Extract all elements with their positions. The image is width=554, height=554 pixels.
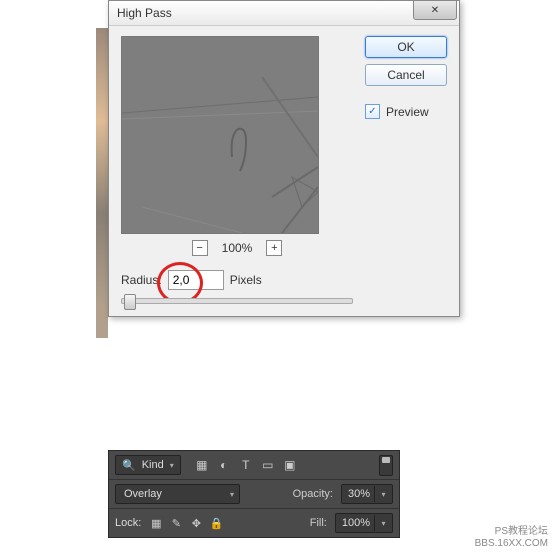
chevron-down-icon: ▾ xyxy=(374,486,389,502)
radius-slider[interactable] xyxy=(121,298,353,304)
toggle-knob xyxy=(382,457,390,463)
high-pass-dialog: High Pass ✕ − 100% xyxy=(108,0,460,317)
watermark-line1: PS教程论坛 xyxy=(475,526,548,538)
blend-mode-dropdown[interactable]: Overlay ▾ xyxy=(115,484,240,504)
search-icon: 🔍 xyxy=(122,459,136,472)
lock-transparent-icon[interactable]: ▦ xyxy=(149,516,163,530)
dialog-body: − 100% + Radius: Pixels OK Cancel ✓ Prev… xyxy=(109,26,459,316)
lock-fill-row: Lock: ▦ ✎ ✥ 🔒 Fill: 100% ▾ xyxy=(109,509,399,537)
blend-opacity-row: Overlay ▾ Opacity: 30% ▾ xyxy=(109,480,399,509)
filter-adjust-icon[interactable]: ◐ xyxy=(217,458,231,472)
zoom-in-button[interactable]: + xyxy=(266,240,282,256)
minus-icon: − xyxy=(196,243,202,254)
opacity-input[interactable]: 30% ▾ xyxy=(341,484,393,504)
lock-move-icon[interactable]: ✥ xyxy=(189,516,203,530)
page-edge-decoration xyxy=(96,28,108,338)
slider-thumb[interactable] xyxy=(124,294,136,310)
fill-value: 100% xyxy=(342,517,370,529)
zoom-out-button[interactable]: − xyxy=(192,240,208,256)
fill-label: Fill: xyxy=(310,517,327,529)
ok-label: OK xyxy=(397,40,414,54)
radius-unit: Pixels xyxy=(230,273,262,287)
radius-label: Radius: xyxy=(121,273,162,287)
zoom-controls: − 100% + xyxy=(121,240,353,256)
layer-filter-row: 🔍 Kind ▾ ▦ ◐ T ▭ ▣ xyxy=(109,451,399,480)
ok-button[interactable]: OK xyxy=(365,36,447,58)
close-button[interactable]: ✕ xyxy=(413,0,457,20)
chevron-down-icon: ▾ xyxy=(230,490,234,499)
watermark-line2: BBS.16XX.COM xyxy=(475,538,548,550)
watermark: PS教程论坛 BBS.16XX.COM xyxy=(475,526,548,550)
lock-label: Lock: xyxy=(115,517,141,529)
preview-label: Preview xyxy=(386,105,429,119)
preview-column: − 100% + Radius: Pixels xyxy=(121,36,353,304)
lock-all-icon[interactable]: 🔒 xyxy=(209,516,223,530)
filter-shape-icon[interactable]: ▭ xyxy=(261,458,275,472)
dialog-buttons-column: OK Cancel ✓ Preview xyxy=(365,36,447,304)
cancel-button[interactable]: Cancel xyxy=(365,64,447,86)
filter-toggle[interactable] xyxy=(379,455,393,476)
radius-row: Radius: Pixels xyxy=(121,270,353,290)
blend-mode-value: Overlay xyxy=(124,488,162,500)
opacity-value: 30% xyxy=(348,488,370,500)
cancel-label: Cancel xyxy=(387,68,424,82)
filter-image-icon[interactable]: ▦ xyxy=(195,458,209,472)
opacity-label: Opacity: xyxy=(293,488,333,500)
chevron-down-icon: ▾ xyxy=(170,461,174,470)
layers-panel: 🔍 Kind ▾ ▦ ◐ T ▭ ▣ Overlay ▾ Opacity: 30… xyxy=(108,450,400,538)
zoom-value: 100% xyxy=(222,241,253,255)
filter-kind-dropdown[interactable]: 🔍 Kind ▾ xyxy=(115,455,181,475)
lock-brush-icon[interactable]: ✎ xyxy=(169,516,183,530)
filter-smart-icon[interactable]: ▣ xyxy=(283,458,297,472)
radius-input[interactable] xyxy=(168,270,224,290)
filter-type-icon[interactable]: T xyxy=(239,458,253,472)
dialog-titlebar[interactable]: High Pass ✕ xyxy=(109,1,459,26)
filter-kind-label: Kind xyxy=(142,459,164,471)
chevron-down-icon: ▾ xyxy=(374,515,389,531)
plus-icon: + xyxy=(271,243,277,254)
filter-preview[interactable] xyxy=(121,36,319,234)
lock-icons-group: ▦ ✎ ✥ 🔒 xyxy=(149,516,223,530)
fill-input[interactable]: 100% ▾ xyxy=(335,513,393,533)
filter-type-icons: ▦ ◐ T ▭ ▣ xyxy=(195,458,297,472)
close-icon: ✕ xyxy=(431,5,439,16)
preview-checkbox[interactable]: ✓ xyxy=(365,104,380,119)
dialog-title: High Pass xyxy=(117,6,172,20)
preview-checkbox-row: ✓ Preview xyxy=(365,104,447,119)
